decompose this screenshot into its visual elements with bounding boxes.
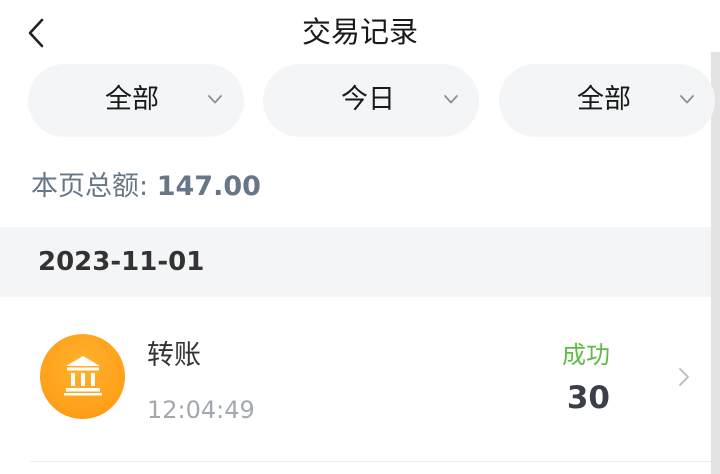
filter-date-dropdown[interactable]: 今日 (263, 64, 479, 137)
transaction-type-badge (40, 334, 125, 419)
transaction-type: 转账 (147, 340, 201, 371)
group-date: 2023-11-01 (38, 247, 205, 277)
filter-type-label: 全部 (105, 84, 159, 115)
filter-status-dropdown[interactable]: 全部 (499, 64, 715, 137)
filter-status-label: 全部 (577, 84, 631, 115)
transaction-records-screen: 交易记录 全部 今日 全部 本页总额: 147.00 2023-11-01 转账… (0, 0, 720, 474)
list-divider (30, 461, 711, 462)
scrollbar[interactable] (711, 52, 720, 474)
chevron-down-icon (208, 95, 222, 104)
transaction-time: 12:04:49 (147, 396, 255, 424)
chevron-right-icon (679, 368, 689, 386)
transaction-item[interactable]: 转账 12:04:49 成功 30 (0, 297, 711, 462)
date-group-header: 2023-11-01 (0, 227, 711, 297)
page-title: 交易记录 (301, 15, 418, 49)
chevron-down-icon (444, 95, 458, 104)
page-total-label: 本页总额: (31, 171, 149, 202)
transaction-status: 成功 (562, 341, 610, 369)
bank-icon (64, 356, 102, 396)
chevron-down-icon (680, 95, 694, 104)
page-total-amount: 147.00 (156, 171, 261, 202)
transaction-amount: 30 (566, 380, 610, 416)
page-total: 本页总额: 147.00 (31, 170, 261, 204)
header-bar: 交易记录 (0, 0, 720, 62)
filter-date-label: 今日 (341, 84, 395, 115)
filter-type-dropdown[interactable]: 全部 (28, 64, 244, 137)
